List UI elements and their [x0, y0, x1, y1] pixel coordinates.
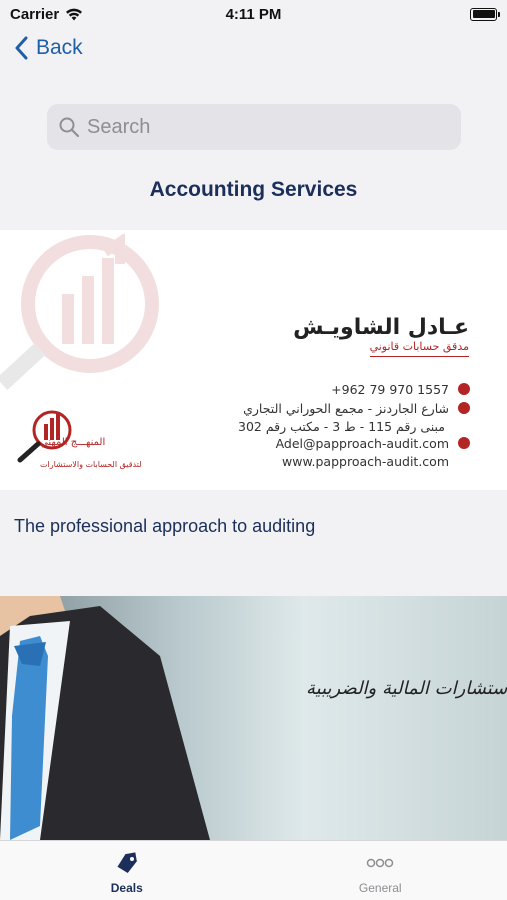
chevron-left-icon [15, 36, 28, 60]
card-phone: +962 79 970 1557 [331, 382, 449, 397]
page-title: Accounting Services [149, 178, 358, 201]
logo-name: المنهـــج المهني [40, 437, 106, 448]
businessman-image [0, 596, 210, 840]
status-bar: Carrier 4:11 PM [0, 0, 507, 28]
logo-tagline: لتدقيق الحسابات والاستشارات [40, 460, 142, 469]
card-email: Adel@papproach-audit.com [275, 436, 449, 451]
card-building: مبنى رقم 115 - ط 3 - مكتب رقم 302 [238, 419, 445, 434]
email-icon [458, 437, 470, 449]
banner-text: الاستشارات المالية والضريبية [306, 678, 507, 699]
tab-general-label: General [358, 881, 402, 895]
description-section: The professional approach to auditing [0, 490, 507, 596]
phone-icon [458, 383, 470, 395]
status-left: Carrier [10, 6, 83, 23]
search-icon [59, 117, 79, 137]
tag-icon [117, 852, 137, 874]
back-label: Back [36, 36, 83, 59]
card-role: مدقق حسابات قانوني [369, 340, 469, 357]
battery-icon [470, 7, 500, 21]
description-text: The professional approach to auditing [14, 516, 316, 536]
carrier-label: Carrier [10, 5, 60, 23]
business-card-image: عـادل الشاويـش مدقق حسابات قانوني +962 7… [0, 230, 507, 490]
battery-fill [472, 10, 495, 18]
search-input[interactable] [87, 115, 447, 139]
card-website: www.papproach-audit.com [282, 454, 449, 469]
location-icon [458, 402, 470, 414]
tab-bar: Deals General [0, 840, 507, 900]
watermark-logo-icon [0, 234, 159, 390]
back-button[interactable]: Back [14, 36, 83, 60]
company-logo-icon [17, 410, 72, 463]
card-street: شارع الجاردنز - مجمع الحوراني التجاري [243, 401, 449, 416]
tab-general[interactable]: General [254, 841, 507, 900]
wifi-icon [66, 8, 83, 20]
card-name: عـادل الشاويـش [293, 315, 469, 340]
tab-deals[interactable]: Deals [0, 841, 254, 900]
banner-image: الاستشارات المالية والضريبية [0, 596, 507, 840]
tab-deals-label: Deals [110, 881, 143, 895]
more-icon [367, 858, 394, 868]
search-bar[interactable] [47, 104, 461, 150]
